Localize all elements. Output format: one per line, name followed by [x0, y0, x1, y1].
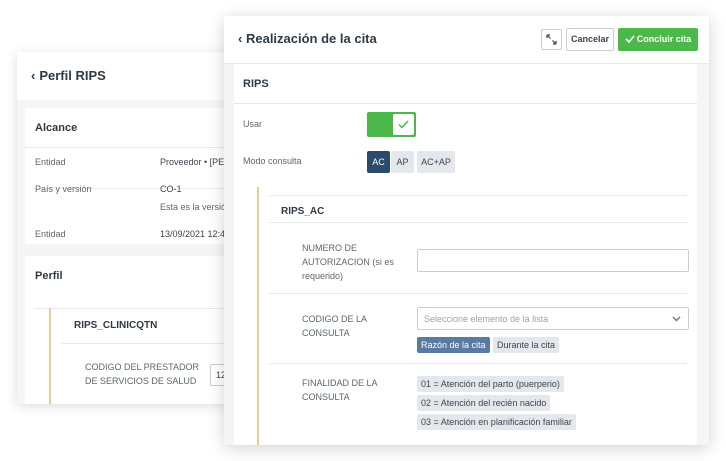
check-icon — [398, 120, 409, 129]
perfil-rips-window: ‹ Perfil RIPS Alcance Entidad Proveedor •… — [17, 52, 257, 404]
alcance-value: Proveedor • [PE — [160, 157, 225, 167]
alcance-row: Entidad Proveedor • [PE — [25, 149, 257, 175]
back-button[interactable]: ‹ Realización de la cita — [238, 31, 377, 46]
label-line: AUTORIZACION (si es — [302, 257, 394, 267]
prestador-label-line: CODIGO DEL PRESTADOR — [85, 362, 200, 372]
usar-toggle[interactable] — [367, 112, 416, 137]
cancel-button[interactable]: Cancelar — [566, 28, 614, 51]
label-line: requerido) — [302, 271, 344, 281]
label-line: NUMERO DE — [302, 243, 358, 253]
razon-cita-option[interactable]: Razón de la cita — [417, 337, 490, 353]
finalidad-option[interactable]: 03 = Atención en planificación familiar — [417, 414, 576, 430]
section-name: RIPS_CLINICQTN — [74, 320, 158, 331]
alcance-value: 13/09/2021 12:4 — [160, 229, 226, 239]
alcance-key: Entidad — [35, 229, 66, 239]
section-indent-line — [257, 187, 259, 445]
toggle-knob — [393, 114, 414, 135]
alcance-sub-row: Esta es la versió — [25, 202, 257, 216]
autorizacion-label: NUMERO DE AUTORIZACION (si es requerido) — [302, 241, 394, 283]
alcance-sub: Esta es la versió — [160, 202, 227, 212]
realizacion-cita-window: ‹ Realización de la cita Cancelar Conclu… — [224, 16, 709, 445]
label-line: CONSULTA — [302, 328, 350, 338]
cita-header: ‹ Realización de la cita Cancelar Conclu… — [224, 16, 709, 64]
prestador-label: CODIGO DEL PRESTADOR DE SERVICIOS DE SAL… — [85, 360, 199, 388]
finalidad-option[interactable]: 01 = Atención del parto (puerperio) — [417, 376, 564, 392]
prestador-label-line: DE SERVICIOS DE SALUD — [85, 376, 197, 386]
back-button[interactable]: ‹ Perfil RIPS — [31, 68, 106, 83]
alcance-heading: Alcance — [25, 108, 257, 148]
concluir-cita-button[interactable]: Concluir cita — [618, 28, 698, 51]
concluir-label: Concluir cita — [636, 34, 692, 44]
label-line: FINALIDAD DE LA — [302, 378, 378, 388]
expand-icon — [546, 34, 557, 45]
finalidad-label: FINALIDAD DE LA CONSULTA — [302, 376, 378, 404]
codigo-consulta-select[interactable]: Seleccione elemento de la lista — [417, 307, 689, 330]
modo-consulta-label: Modo consulta — [243, 156, 302, 166]
section-indent-line — [49, 308, 51, 404]
mode-ap-button[interactable]: AP — [391, 151, 414, 173]
cita-content: RIPS Usar Modo consulta AC AP AC+AP RIPS… — [234, 64, 697, 445]
rips-heading: RIPS — [234, 64, 697, 104]
chevron-left-icon: ‹ — [31, 68, 36, 83]
label-line: CONSULTA — [302, 392, 350, 402]
alcance-key: País y versión — [35, 184, 92, 194]
alcance-section: Alcance Entidad Proveedor • [PE País y v… — [25, 108, 257, 244]
alcance-row: Entidad 13/09/2021 12:4 — [25, 221, 257, 247]
label-line: CODIGO DE LA — [302, 314, 368, 324]
chevron-down-icon — [672, 316, 681, 322]
codigo-consulta-label: CODIGO DE LA CONSULTA — [302, 312, 367, 340]
divider — [269, 293, 687, 294]
chevron-left-icon: ‹ — [238, 31, 243, 46]
durante-cita-option[interactable]: Durante la cita — [493, 337, 560, 353]
select-placeholder: Seleccione elemento de la lista — [424, 314, 549, 324]
mode-acap-button[interactable]: AC+AP — [417, 151, 455, 173]
perfil-header: ‹ Perfil RIPS — [17, 52, 257, 100]
perfil-section: Perfil RIPS_CLINICQTN CODIGO DEL PRESTAD… — [25, 256, 257, 404]
check-icon — [625, 35, 635, 44]
expand-button[interactable] — [541, 29, 562, 50]
alcance-key: Entidad — [35, 157, 66, 167]
finalidad-option[interactable]: 02 = Atención del recién nacido — [417, 395, 551, 411]
autorizacion-input[interactable] — [417, 249, 689, 272]
alcance-row: País y versión CO-1 — [25, 176, 257, 202]
perfil-heading: Perfil — [35, 270, 63, 282]
mode-ac-button[interactable]: AC — [367, 151, 390, 173]
rips-ac-heading: RIPS_AC — [281, 206, 325, 217]
perfil-title: Perfil RIPS — [39, 68, 106, 83]
divider — [269, 222, 687, 223]
usar-label: Usar — [243, 119, 263, 129]
cita-title: Realización de la cita — [245, 31, 377, 46]
alcance-value: CO-1 — [160, 184, 182, 194]
divider — [269, 363, 687, 364]
